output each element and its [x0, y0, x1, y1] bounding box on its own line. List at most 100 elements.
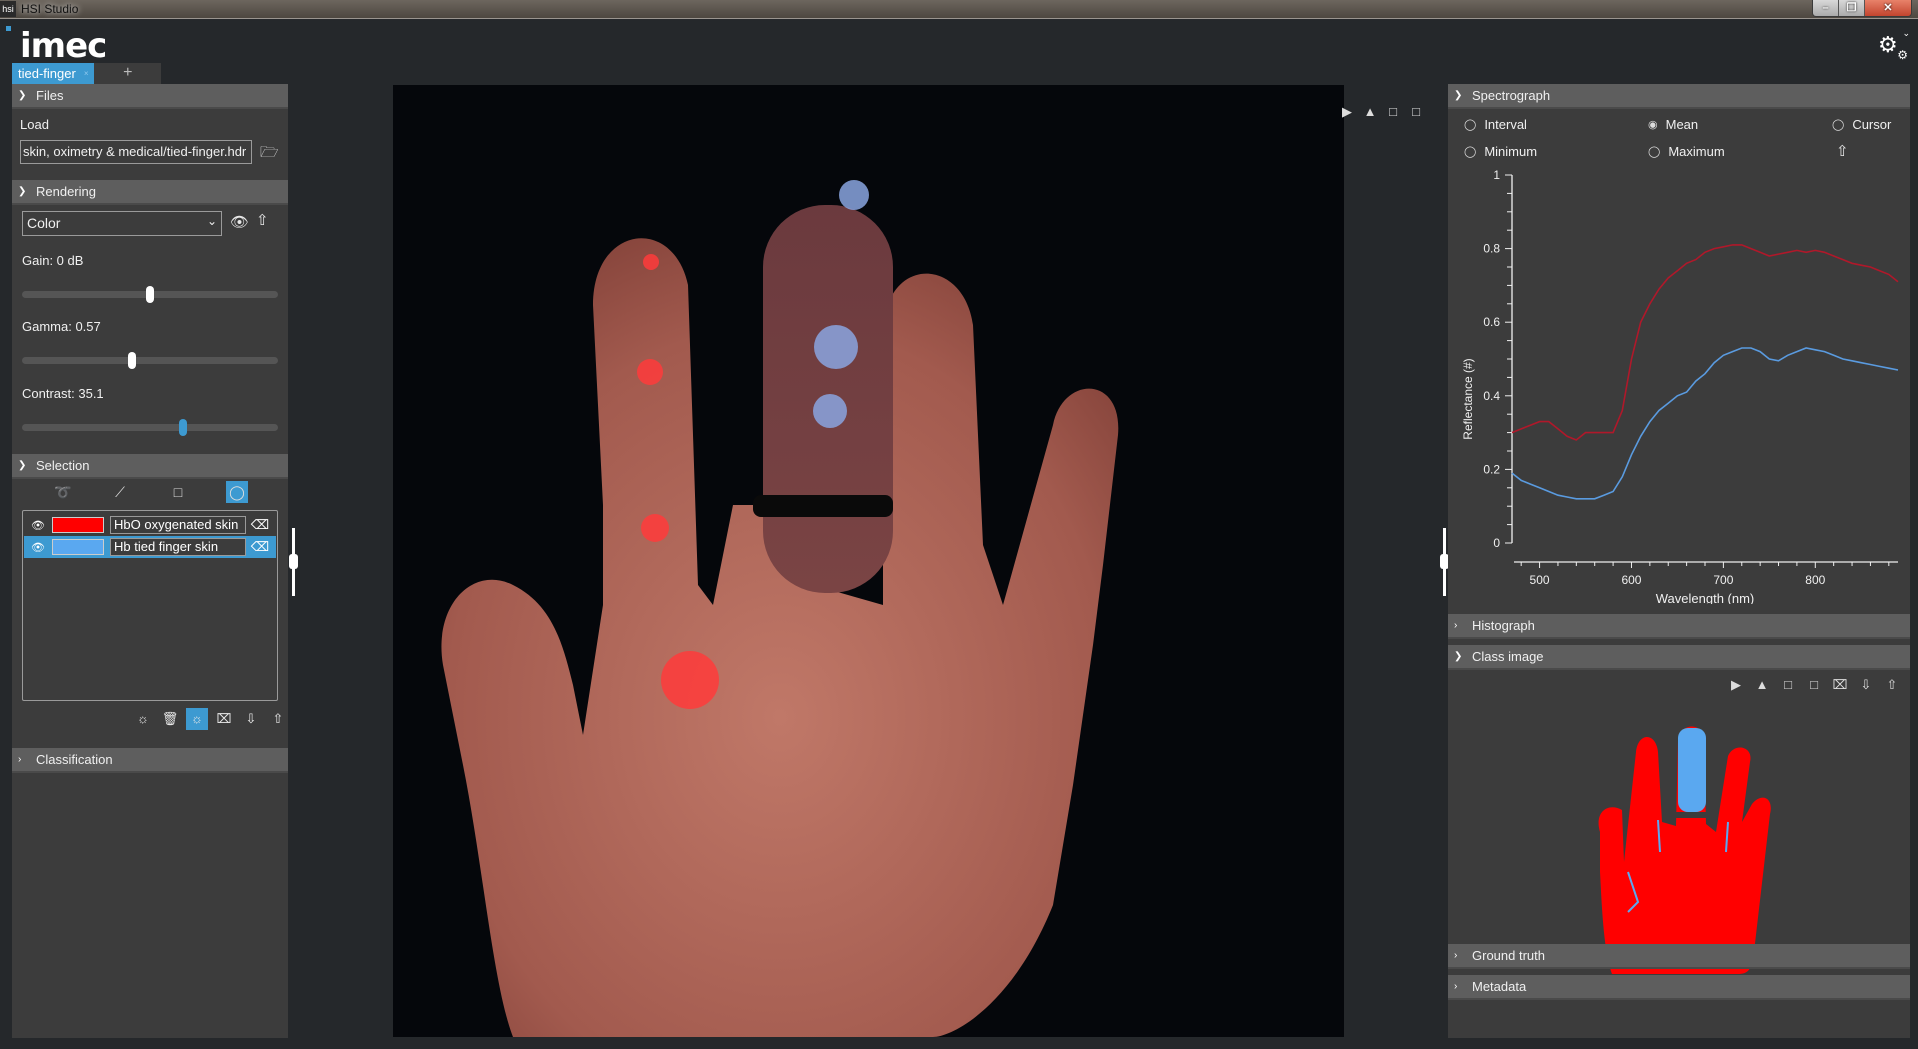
flip-horizontal-icon[interactable]: ▲	[1752, 677, 1772, 693]
roi-marker-red[interactable]	[641, 514, 669, 542]
flip-horizontal-icon[interactable]: ▲	[1361, 104, 1379, 120]
eye-icon[interactable]: 👁	[24, 519, 52, 532]
gain-slider-thumb[interactable]	[146, 286, 154, 303]
render-mode-value: Color	[27, 215, 61, 231]
gamma-slider-thumb[interactable]	[128, 352, 137, 369]
trash-icon[interactable]: 🗑	[159, 708, 181, 730]
document-tabs: tied-finger × +	[12, 63, 161, 84]
series-line-hb-tied-finger-skin	[1511, 347, 1899, 500]
class-list: 👁 HbO oxygenated skin ⌫ 👁 Hb tied finger…	[22, 510, 278, 701]
rotate-right-icon[interactable]: □	[1384, 104, 1402, 120]
roi-marker-red[interactable]	[661, 651, 719, 709]
render-mode-select[interactable]: Color ⌄	[22, 211, 222, 236]
rendering-section-header[interactable]: ❯ Rendering	[12, 180, 288, 205]
clear-icon[interactable]: ⌧	[213, 708, 235, 730]
spectrograph-chart[interactable]: 0 0.2 0.4 0.6 0.8 1 500 600 700 800 Wavelength (n…	[1448, 84, 1910, 604]
contrast-slider[interactable]	[22, 419, 278, 436]
chevron-down-icon: ⌄	[206, 214, 217, 228]
eraser-icon[interactable]: ⌫	[246, 539, 274, 555]
class-color-swatch[interactable]	[52, 539, 104, 555]
minimize-button[interactable]: –	[1813, 0, 1839, 16]
small-gear-icon: ⚙	[1897, 48, 1908, 62]
chevron-down-icon: ❯	[1454, 651, 1463, 662]
y-tick-label: 0.4	[1483, 389, 1500, 403]
section-title: Ground truth	[1472, 948, 1545, 963]
gamma-slider[interactable]	[22, 352, 278, 369]
close-button[interactable]: ✕	[1865, 0, 1911, 16]
tab-tied-finger[interactable]: tied-finger ×	[12, 63, 95, 84]
x-tick-label: 700	[1713, 573, 1733, 587]
imec-logo: imec	[20, 26, 107, 66]
eraser-icon[interactable]: ⌫	[246, 517, 274, 533]
mask-overlay-icon[interactable]: ☼	[132, 708, 154, 730]
ground-truth-section-header[interactable]: › Ground truth	[1448, 944, 1910, 969]
right-splitter-handle[interactable]	[1440, 528, 1449, 596]
load-label: Load	[20, 117, 49, 132]
class-name-input[interactable]: HbO oxygenated skin	[110, 516, 246, 534]
eye-icon[interactable]: 👁	[24, 541, 52, 554]
roi-marker-red[interactable]	[637, 359, 663, 385]
add-tab-button[interactable]: +	[94, 63, 161, 84]
x-tick-label: 500	[1530, 573, 1550, 587]
left-splitter-handle[interactable]	[289, 528, 298, 596]
class-color-swatch[interactable]	[52, 517, 104, 533]
maximize-button[interactable]: ❐	[1839, 0, 1865, 16]
class-name-input[interactable]: Hb tied finger skin	[110, 538, 246, 556]
class-image-toolbar: ▶ ▲ □ □ ⌧ ⇩ ⇧	[1726, 677, 1902, 693]
mask-overlay-active-icon[interactable]: ☼	[186, 708, 208, 730]
y-tick-label: 0.2	[1483, 462, 1500, 476]
chevron-right-icon: ›	[1454, 950, 1458, 961]
splitter-knob[interactable]	[289, 554, 298, 569]
contrast-slider-thumb[interactable]	[179, 419, 188, 436]
roi-marker-blue[interactable]	[814, 325, 858, 369]
roi-marker-blue[interactable]	[813, 394, 847, 428]
hyperspectral-image-viewer[interactable]	[393, 85, 1344, 1037]
section-title: Rendering	[36, 184, 96, 199]
left-panel: ❯ Files Load skin, oximetry & medical/ti…	[12, 84, 288, 1038]
window-title: HSI Studio	[21, 2, 79, 16]
files-section-header[interactable]: ❯ Files	[12, 84, 288, 109]
class-row[interactable]: 👁 Hb tied finger skin ⌫	[24, 536, 276, 558]
file-path-input[interactable]: skin, oximetry & medical/tied-finger.hdr	[20, 140, 252, 164]
rotate-right-icon[interactable]: □	[1778, 677, 1798, 693]
gain-slider[interactable]	[22, 286, 278, 303]
histograph-section-header[interactable]: › Histograph	[1448, 614, 1910, 639]
hand-image	[393, 85, 1344, 1037]
tab-close-icon[interactable]: ×	[84, 69, 89, 78]
y-axis-label: Reflectance (#)	[1461, 358, 1475, 439]
ellipse-tool-icon[interactable]: ◯	[226, 481, 248, 503]
chevron-right-icon: ›	[1454, 620, 1458, 631]
chevron-right-icon: ›	[1454, 981, 1458, 992]
folder-open-icon[interactable]: 🗁	[260, 142, 279, 167]
right-panel: ❯ Spectrograph ◯ Interval ◉ Mean ◯ Cursor ◯…	[1448, 84, 1910, 1038]
roi-marker-red[interactable]	[643, 254, 659, 270]
contrast-label: Contrast: 35.1	[22, 386, 104, 401]
export-icon[interactable]: ⇧	[256, 211, 269, 229]
import-icon[interactable]: ⇩	[1856, 677, 1876, 693]
selection-section-header[interactable]: ❯ Selection	[12, 454, 288, 479]
clear-icon[interactable]: ⌧	[1830, 677, 1850, 693]
eye-icon[interactable]: 👁	[230, 213, 249, 231]
class-image-section-header[interactable]: ❯ Class image	[1448, 645, 1910, 670]
import-icon[interactable]: ⇩	[240, 708, 262, 730]
metadata-section-header[interactable]: › Metadata	[1448, 975, 1910, 1000]
export-icon[interactable]: ⇧	[1882, 677, 1902, 693]
rotate-left-icon[interactable]: □	[1407, 104, 1425, 120]
settings-button[interactable]: ⚙ ⚙ ⌄	[1878, 28, 1910, 62]
rotate-left-icon[interactable]: □	[1804, 677, 1824, 693]
export-icon[interactable]: ⇧	[267, 708, 289, 730]
x-axis-label: Wavelength (nm)	[1656, 591, 1755, 604]
flip-vertical-icon[interactable]: ▶	[1726, 677, 1746, 693]
lasso-tool-icon[interactable]: ➰	[52, 481, 74, 503]
tab-label: tied-finger	[18, 66, 76, 81]
classification-section-header[interactable]: › Classification	[12, 748, 288, 773]
rectangle-tool-icon[interactable]: □	[167, 481, 189, 503]
line-tool-icon[interactable]: ⟋	[109, 481, 131, 503]
flip-vertical-icon[interactable]: ▶	[1338, 104, 1356, 120]
gear-icon: ⚙	[1878, 32, 1898, 57]
window-titlebar: hsi HSI Studio – ❐ ✕	[0, 0, 1918, 19]
class-row[interactable]: 👁 HbO oxygenated skin ⌫	[24, 514, 276, 536]
x-tick-label: 600	[1621, 573, 1641, 587]
roi-marker-blue[interactable]	[839, 180, 869, 210]
class-mask-hb	[1678, 728, 1706, 812]
